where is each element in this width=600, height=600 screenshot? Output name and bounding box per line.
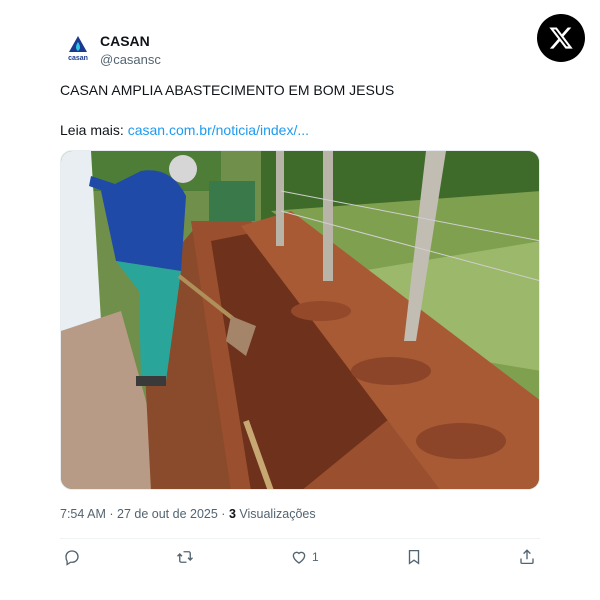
author-avatar[interactable]: casan <box>60 30 96 66</box>
tweet-text: CASAN AMPLIA ABASTECIMENTO EM BOM JESUS … <box>60 81 540 139</box>
author-handle[interactable]: @casansc <box>100 51 161 68</box>
tweet-card: casan CASAN @casansc CASAN AMPLIA ABASTE… <box>0 0 600 600</box>
retweet-icon <box>177 551 193 563</box>
views-count: 3 <box>228 507 236 521</box>
article-link[interactable]: casan.com.br/noticia/index/... <box>128 122 309 138</box>
tweet-date[interactable]: 27 de out de 2025 <box>117 507 218 521</box>
x-logo-button[interactable] <box>537 14 585 62</box>
casan-logo-icon: casan <box>68 36 88 62</box>
meta-separator: · <box>109 507 114 521</box>
reply-icon <box>65 550 79 566</box>
trench-photo-illustration <box>61 151 539 489</box>
tweet-meta: 7:54 AM · 27 de out de 2025 · 3 Visualiz… <box>60 507 316 521</box>
views-label: Visualizações <box>239 507 316 521</box>
retweet-button[interactable] <box>176 547 198 567</box>
author-display-name[interactable]: CASAN <box>100 33 161 50</box>
tweet-headline: CASAN AMPLIA ABASTECIMENTO EM BOM JESUS <box>60 82 395 98</box>
like-icon <box>292 551 306 564</box>
author-block: CASAN @casansc <box>100 33 161 68</box>
read-more-label: Leia mais: <box>60 122 124 138</box>
reply-button[interactable] <box>63 547 85 567</box>
x-logo-icon <box>549 27 573 49</box>
avatar-text: casan <box>68 55 88 62</box>
bookmark-icon <box>408 549 420 565</box>
tweet-photo[interactable] <box>60 150 540 490</box>
action-bar: 1 <box>60 538 540 575</box>
tweet-time[interactable]: 7:54 AM <box>60 507 106 521</box>
share-icon <box>520 549 534 565</box>
meta-separator: · <box>221 507 226 521</box>
like-button[interactable]: 1 <box>290 547 319 567</box>
share-button[interactable] <box>518 547 540 567</box>
like-count: 1 <box>312 550 319 564</box>
bookmark-button[interactable] <box>405 547 427 567</box>
